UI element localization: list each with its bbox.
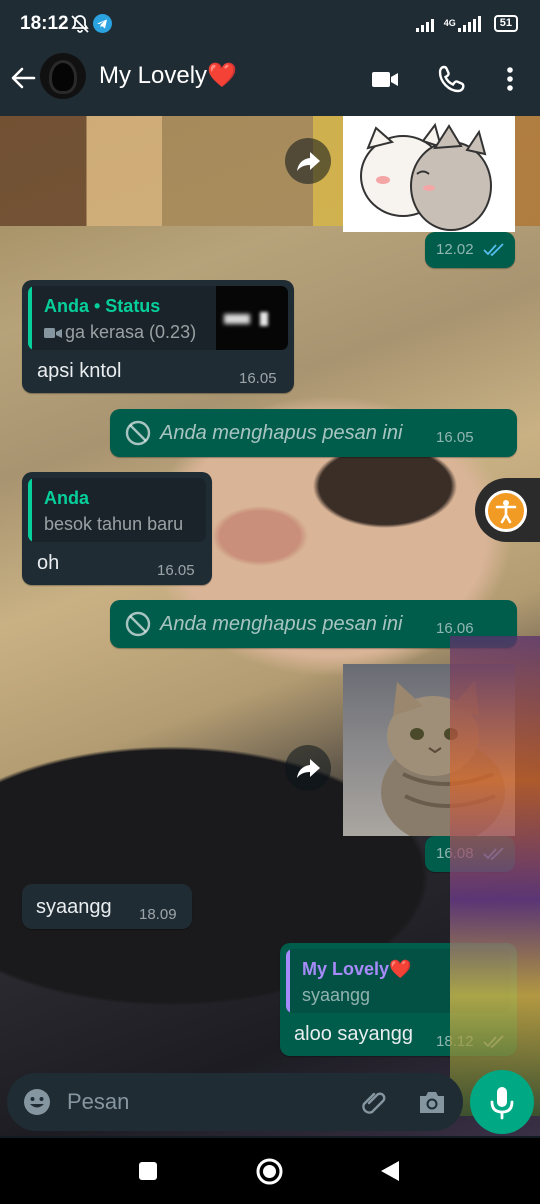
back-arrow-icon[interactable]: [10, 65, 36, 91]
sticker-cats-hugging[interactable]: [343, 116, 515, 232]
system-nav-bar: [0, 1138, 540, 1204]
message-time: 18.12: [436, 1033, 474, 1050]
quote-bar: [28, 286, 32, 350]
battery-level: 51: [493, 15, 518, 32]
quote-author: Anda • Status: [44, 296, 161, 316]
camera-icon[interactable]: [417, 1088, 447, 1116]
quote-text: besok tahun baru: [44, 514, 184, 534]
contact-avatar[interactable]: [40, 53, 86, 99]
accessibility-icon: [485, 490, 527, 532]
message-text: aloo sayangg: [294, 1023, 413, 1045]
message-time: 16.08: [436, 845, 474, 862]
chat-area[interactable]: 12.02 Anda • Status ga kerasa (0.23) aps…: [0, 116, 540, 1136]
status-bar: 18:12 4G 51: [0, 0, 540, 50]
message-input[interactable]: Pesan: [67, 1089, 129, 1115]
chat-header: My Lovely❤️: [0, 50, 540, 116]
contact-name[interactable]: My Lovely❤️: [99, 61, 237, 90]
forward-icon[interactable]: [285, 138, 331, 184]
message-text: apsi kntol: [37, 360, 122, 382]
video-call-icon[interactable]: [370, 64, 400, 94]
telegram-icon: [93, 14, 112, 33]
voice-message-button[interactable]: [470, 1070, 534, 1134]
home-icon[interactable]: [256, 1158, 283, 1185]
read-ticks-icon: [483, 847, 504, 861]
message-text: syaangg: [36, 896, 112, 918]
sticker-cat-photo[interactable]: [343, 664, 515, 836]
status-thumbnail: [216, 286, 288, 350]
more-options-icon[interactable]: [495, 64, 525, 94]
message-time-bubble: 16.08: [425, 836, 515, 872]
microphone-icon: [490, 1087, 514, 1120]
quote-author: My Lovely❤️: [302, 959, 412, 979]
message-time: 16.06: [436, 620, 474, 637]
message-time: 16.05: [239, 370, 277, 387]
message-time: 16.05: [436, 429, 474, 446]
recent-apps-icon[interactable]: [138, 1161, 158, 1181]
message-bubble-outgoing[interactable]: My Lovely❤️ syaangg aloo sayangg 18.12: [280, 943, 517, 1056]
forward-icon[interactable]: [285, 745, 331, 791]
attachment-icon[interactable]: [359, 1087, 389, 1117]
quote-bar: [28, 478, 32, 542]
quoted-message[interactable]: Anda besok tahun baru: [28, 478, 206, 542]
message-time: 18.09: [139, 906, 177, 923]
quote-text: syaangg: [302, 985, 371, 1005]
back-nav-icon[interactable]: [380, 1160, 400, 1182]
quoted-message[interactable]: My Lovely❤️ syaangg: [286, 949, 511, 1013]
deleted-icon: [125, 611, 151, 637]
notifications-muted-icon: [71, 15, 89, 33]
quote-bar: [286, 949, 290, 1013]
message-time: 12.02: [436, 241, 474, 258]
message-text: oh: [37, 552, 60, 574]
delivered-ticks-icon: [483, 1035, 504, 1049]
read-ticks-icon: [483, 243, 504, 257]
accessibility-floating-button[interactable]: [475, 478, 540, 542]
deleted-text: Anda menghapus pesan ini: [160, 613, 403, 635]
signal-icon: [415, 18, 434, 32]
emoji-icon[interactable]: [23, 1088, 51, 1116]
message-bubble-incoming[interactable]: syaangg 18.09: [22, 884, 192, 929]
status-icons: 4G 51: [415, 15, 518, 32]
message-time-bubble: 12.02: [425, 232, 515, 268]
message-bubble-incoming[interactable]: Anda • Status ga kerasa (0.23) apsi knto…: [22, 280, 294, 393]
video-icon: [44, 328, 62, 338]
deleted-message-bubble[interactable]: Anda menghapus pesan ini 16.05: [110, 409, 517, 457]
deleted-text: Anda menghapus pesan ini: [160, 422, 403, 444]
status-time: 18:12: [20, 13, 69, 34]
network-type: 4G: [443, 18, 456, 28]
quote-author: Anda: [44, 488, 89, 508]
message-input-bar[interactable]: Pesan: [7, 1073, 463, 1131]
signal-icon-2: [457, 15, 481, 32]
message-bubble-incoming[interactable]: Anda besok tahun baru oh 16.05: [22, 472, 212, 585]
quoted-message[interactable]: Anda • Status ga kerasa (0.23): [28, 286, 288, 350]
deleted-icon: [125, 420, 151, 446]
message-time: 16.05: [157, 562, 195, 579]
deleted-message-bubble[interactable]: Anda menghapus pesan ini 16.06: [110, 600, 517, 648]
quote-text: ga kerasa (0.23): [65, 322, 197, 342]
voice-call-icon[interactable]: [437, 64, 467, 94]
